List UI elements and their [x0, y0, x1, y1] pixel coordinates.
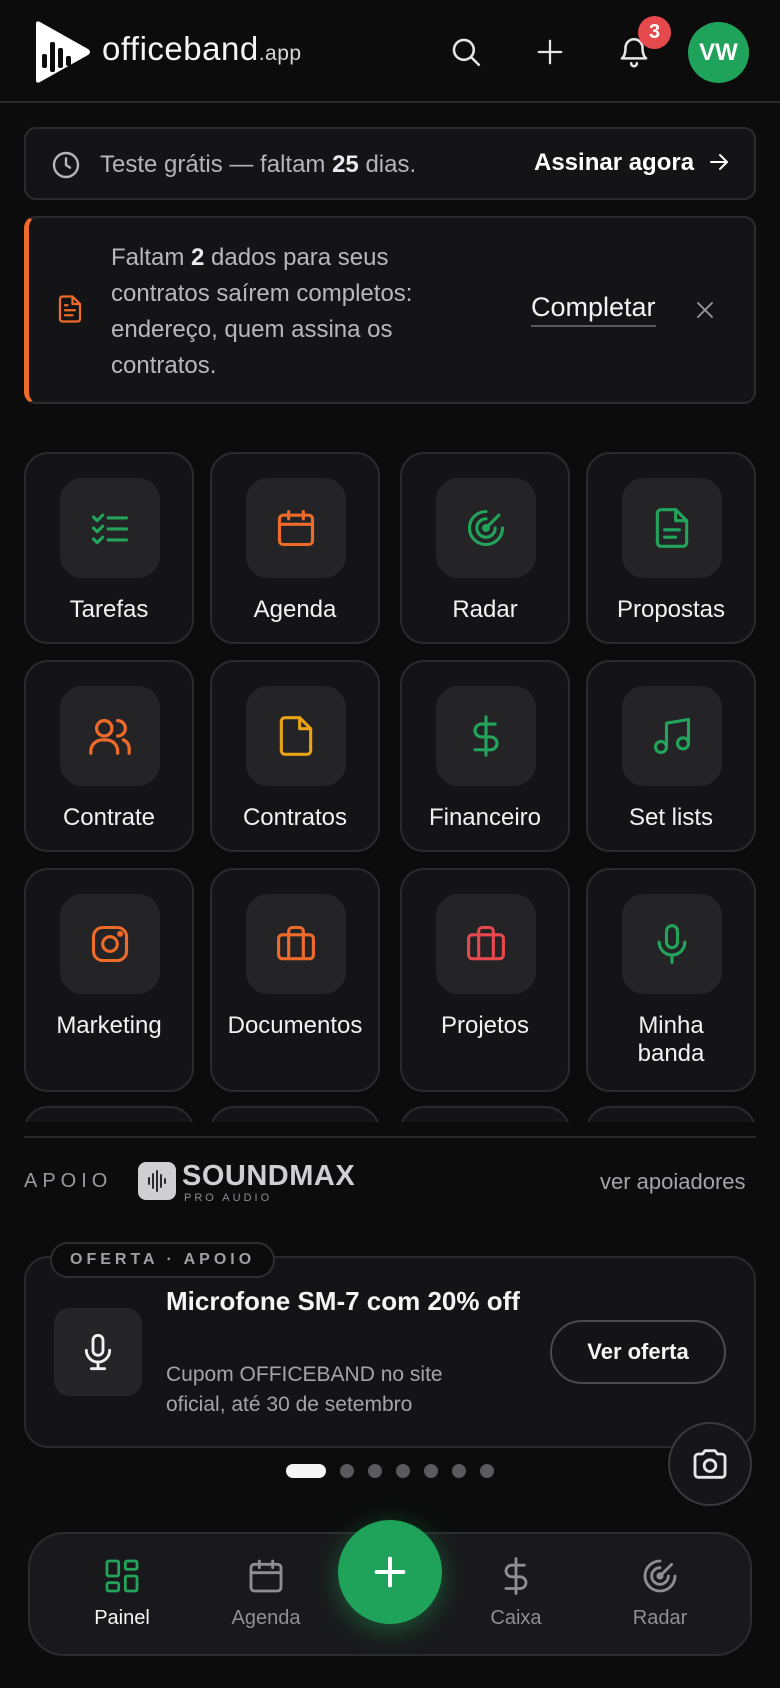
document-icon	[655, 508, 689, 548]
nav-caixa[interactable]: Caixa	[456, 1556, 576, 1630]
sponsor-subtitle: PRO AUDIO	[184, 1192, 273, 1204]
arrow-right-icon	[709, 154, 728, 170]
dollar-icon	[504, 1557, 528, 1595]
carousel-dot[interactable]	[424, 1464, 438, 1478]
carousel-dot[interactable]	[286, 1464, 326, 1478]
tile-label: Contrate	[62, 804, 156, 831]
microphone-icon	[84, 1333, 112, 1371]
tile-radar[interactable]: Radar	[400, 452, 570, 644]
trial-text: Teste grátis — faltam 25 dias.	[100, 151, 417, 178]
camera-icon	[693, 1449, 727, 1479]
carousel-dot[interactable]	[480, 1464, 494, 1478]
plus-icon	[537, 39, 563, 65]
carousel-dot[interactable]	[368, 1464, 382, 1478]
tile-label: Projetos	[440, 1012, 530, 1039]
officeband-logo-icon[interactable]	[32, 20, 92, 84]
offer-tag: OFERTA · APOIO	[50, 1242, 276, 1278]
tile-label: Agenda	[253, 596, 337, 623]
users-icon	[89, 719, 131, 755]
offer-image	[54, 1308, 142, 1396]
view-offer-button[interactable]: Ver oferta	[550, 1320, 726, 1384]
tile-label: Financeiro	[428, 804, 542, 831]
dollar-icon	[473, 715, 499, 757]
microphone-icon	[657, 924, 687, 964]
carousel-dot[interactable]	[396, 1464, 410, 1478]
nav-label: Agenda	[231, 1607, 301, 1629]
nav-painel[interactable]: Painel	[62, 1556, 182, 1630]
notification-badge: 3	[638, 16, 671, 49]
checklist-icon	[91, 513, 129, 545]
tile-agenda[interactable]: Agenda	[210, 452, 380, 644]
file-icon	[279, 716, 313, 756]
tile-label: Documentos	[227, 1012, 363, 1039]
tile-financeiro[interactable]: Financeiro	[400, 660, 570, 852]
nav-label: Caixa	[490, 1607, 542, 1629]
tile-label: Marketing	[56, 1012, 162, 1039]
tile-marketing[interactable]: Marketing	[24, 868, 194, 1092]
support-label: APOIO	[24, 1170, 113, 1192]
screenshot-button[interactable]	[668, 1422, 752, 1506]
tile-label: Set lists	[628, 804, 714, 831]
tile-projetos[interactable]: Projetos	[400, 868, 570, 1092]
tile-label: Contratos	[242, 804, 348, 831]
user-avatar[interactable]: VW	[688, 22, 749, 83]
tile-contratos[interactable]: Contratos	[210, 660, 380, 852]
tile-label: Propostas	[616, 596, 726, 623]
radar-icon	[643, 1559, 677, 1593]
tile-documentos[interactable]: Documentos	[210, 868, 380, 1092]
soundmax-logo-icon	[138, 1162, 176, 1200]
create-fab-button[interactable]	[338, 1520, 442, 1624]
tile-contrate[interactable]: Contrate	[24, 660, 194, 852]
document-alert-icon	[58, 295, 82, 323]
brand-name: officeband.app	[102, 30, 302, 67]
tile-tarefas[interactable]: Tarefas	[24, 452, 194, 644]
search-icon	[452, 38, 481, 67]
nav-agenda[interactable]: Agenda	[206, 1556, 326, 1630]
clock-icon	[52, 151, 80, 179]
carousel-dot[interactable]	[452, 1464, 466, 1478]
radar-icon	[467, 509, 505, 547]
nav-label: Painel	[94, 1607, 150, 1629]
dashboard-icon	[105, 1559, 139, 1593]
alert-text: Faltam 2 dados para seus contratos saíre…	[111, 244, 413, 379]
sponsor-name: SOUNDMAX	[182, 1160, 356, 1192]
plus-icon	[374, 1556, 406, 1588]
offer-title: Microfone SM-7 com 20% off	[166, 1286, 520, 1316]
tile-label: Minha banda	[637, 1012, 705, 1067]
tile-minha-banda[interactable]: Minha banda	[586, 868, 756, 1092]
briefcase-icon	[467, 925, 505, 961]
close-icon[interactable]	[693, 298, 717, 322]
nav-radar[interactable]: Radar	[600, 1556, 720, 1630]
tile-label: Tarefas	[69, 596, 149, 623]
carousel-dot[interactable]	[340, 1464, 354, 1478]
search-button[interactable]	[444, 30, 488, 74]
tile-propostas[interactable]: Propostas	[586, 452, 756, 644]
calendar-icon	[249, 1559, 283, 1593]
subscribe-now-link[interactable]: Assinar agora	[534, 149, 731, 177]
music-icon	[653, 717, 691, 755]
app-header: officeband.app 3 VW	[0, 0, 780, 103]
instagram-icon	[91, 925, 129, 963]
calendar-icon	[277, 509, 315, 547]
missing-data-alert: Faltam 2 dados para seus contratos saíre…	[24, 216, 756, 404]
tile-set-lists[interactable]: Set lists	[586, 660, 756, 852]
tile-label: Radar	[452, 596, 518, 623]
offer-description: Cupom OFFICEBAND no site oficial, até 30…	[166, 1363, 443, 1416]
section-divider	[24, 1136, 756, 1138]
briefcase-icon	[277, 925, 315, 961]
add-button[interactable]	[528, 30, 572, 74]
view-supporters-link[interactable]: ver apoiadores	[600, 1169, 746, 1195]
nav-label: Radar	[632, 1607, 688, 1629]
complete-link[interactable]: Completar	[531, 292, 656, 327]
carousel-dots	[286, 1464, 494, 1478]
trial-banner: Teste grátis — faltam 25 dias. Assinar a…	[24, 127, 756, 200]
grid-next-row-peek	[24, 1106, 756, 1122]
